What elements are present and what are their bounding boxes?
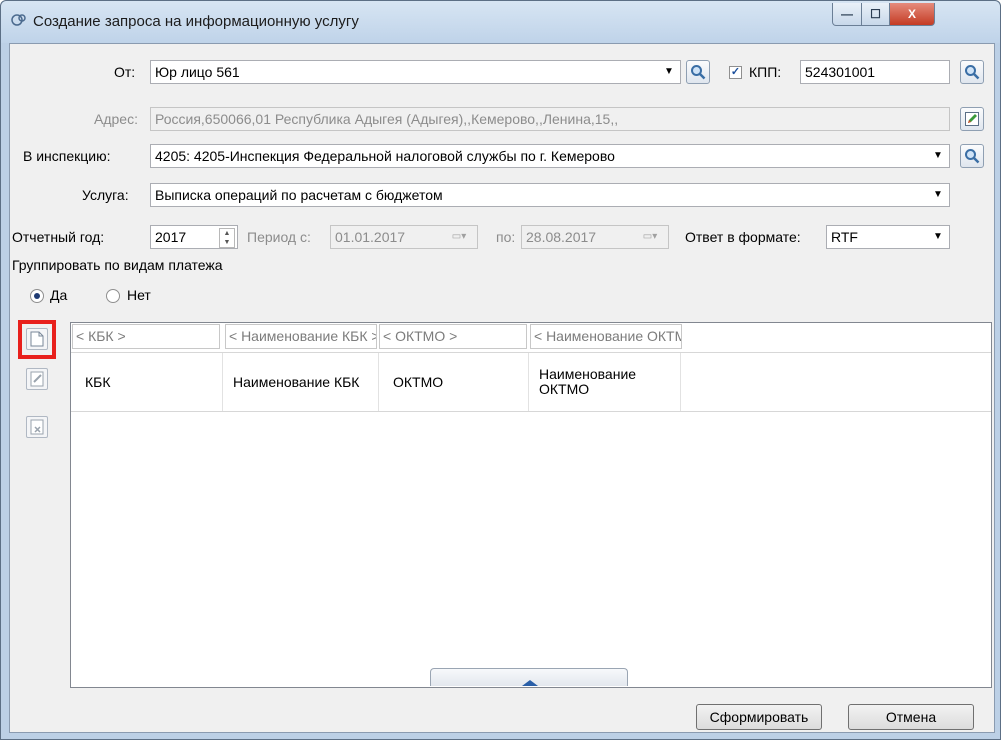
kpp-checkbox[interactable]: ✓ — [729, 66, 742, 79]
spinner-arrows-icon[interactable]: ▲ ▼ — [219, 228, 235, 248]
year-spinner[interactable]: 2017 ▲ ▼ — [150, 225, 238, 249]
submit-button[interactable]: Сформировать — [696, 704, 822, 730]
filter-kbk-input[interactable]: < КБК > — [72, 324, 220, 349]
format-value: RTF — [831, 229, 858, 245]
panel-splitter[interactable] — [430, 668, 628, 686]
year-value: 2017 — [155, 229, 187, 245]
format-label: Ответ в формате: — [685, 229, 801, 245]
service-select[interactable]: Выписка операций по расчетам с бюджетом … — [150, 183, 950, 207]
delete-row-button[interactable] — [26, 416, 48, 438]
search-icon — [691, 65, 706, 80]
window-title: Создание запроса на информационную услуг… — [33, 13, 359, 30]
add-row-button[interactable] — [26, 328, 48, 350]
search-icon — [965, 149, 980, 164]
chevron-down-icon: ▼ — [933, 231, 943, 242]
inspection-label: В инспекцию: — [23, 148, 111, 164]
filter-oktmo-input[interactable]: < ОКТМО > — [379, 324, 527, 349]
period-from-value: 01.01.2017 — [335, 229, 406, 245]
period-to-field: 28.08.2017 ▭▾ — [521, 225, 669, 249]
app-icon — [11, 12, 27, 31]
format-select[interactable]: RTF ▼ — [826, 225, 950, 249]
edit-icon — [965, 112, 979, 126]
from-value: Юр лицо 561 — [155, 64, 240, 80]
from-label: От: — [114, 64, 136, 80]
period-from-field: 01.01.2017 ▭▾ — [330, 225, 478, 249]
cancel-button[interactable]: Отмена — [848, 704, 974, 730]
title-bar[interactable]: Создание запроса на информационную услуг… — [1, 1, 1000, 43]
grouping-no-label[interactable]: Нет — [127, 287, 151, 303]
minimize-button[interactable]: — — [832, 3, 862, 26]
close-icon: X — [907, 7, 916, 21]
grouping-yes-label[interactable]: Да — [50, 287, 67, 303]
grouping-no-radio[interactable] — [106, 289, 120, 303]
calendar-icon: ▭▾ — [451, 231, 467, 242]
from-select[interactable]: Юр лицо 561 ▼ — [150, 60, 681, 84]
inspection-value: 4205: 4205-Инспекция Федеральной налогов… — [155, 148, 615, 164]
filter-kbk-name-input[interactable]: < Наименование КБК > — [225, 324, 377, 349]
address-edit-button[interactable] — [960, 107, 984, 131]
address-field: Россия,650066,01 Республика Адыгея (Адыг… — [150, 107, 950, 131]
chevron-down-icon: ▼ — [933, 150, 943, 161]
chevron-up-icon — [522, 680, 538, 686]
column-header-kbk[interactable]: КБК — [71, 353, 223, 411]
service-value: Выписка операций по расчетам с бюджетом — [155, 187, 443, 203]
column-header-oktmo[interactable]: ОКТМО — [379, 353, 529, 411]
edit-row-button[interactable] — [26, 368, 48, 390]
column-header-oktmo-name[interactable]: Наименование ОКТМО — [529, 353, 681, 411]
delete-document-icon — [30, 419, 44, 435]
grouping-label: Группировать по видам платежа — [12, 257, 223, 273]
dialog-window: Создание запроса на информационную услуг… — [0, 0, 1001, 740]
chevron-down-icon: ▼ — [933, 189, 943, 200]
year-label: Отчетный год: — [12, 229, 105, 245]
kpp-value: 524301001 — [805, 64, 876, 80]
calendar-icon: ▭▾ — [642, 231, 658, 242]
close-button[interactable]: X — [889, 3, 935, 26]
address-label: Адрес: — [94, 111, 138, 127]
inspection-select[interactable]: 4205: 4205-Инспекция Федеральной налогов… — [150, 144, 950, 168]
filter-oktmo-name-input[interactable]: < Наименование ОКТМО > — [530, 324, 682, 349]
grouping-yes-radio[interactable] — [30, 289, 44, 303]
address-value: Россия,650066,01 Республика Адыгея (Адыг… — [155, 111, 619, 127]
kpp-input[interactable]: 524301001 — [800, 60, 950, 84]
period-from-label: Период с: — [247, 229, 311, 245]
new-document-icon — [30, 331, 44, 347]
maximize-button[interactable]: ☐ — [861, 3, 890, 26]
kbk-grid[interactable]: < КБК > < Наименование КБК > < ОКТМО > <… — [70, 322, 992, 688]
from-search-button[interactable] — [686, 60, 710, 84]
grid-header: КБК Наименование КБК ОКТМО Наименование … — [71, 352, 991, 412]
kpp-label: КПП: — [749, 64, 782, 80]
maximize-icon: ☐ — [870, 7, 881, 21]
service-label: Услуга: — [82, 187, 129, 203]
minimize-icon: — — [841, 7, 853, 21]
period-to-label: по: — [496, 229, 516, 245]
dialog-body: От: Юр лицо 561 ▼ ✓ КПП: 524301001 Адрес… — [9, 43, 995, 733]
column-header-kbk-name[interactable]: Наименование КБК — [223, 353, 379, 411]
search-icon — [965, 65, 980, 80]
period-to-value: 28.08.2017 — [526, 229, 597, 245]
kpp-search-button[interactable] — [960, 60, 984, 84]
chevron-down-icon: ▼ — [664, 66, 674, 77]
edit-document-icon — [30, 371, 44, 387]
inspection-search-button[interactable] — [960, 144, 984, 168]
